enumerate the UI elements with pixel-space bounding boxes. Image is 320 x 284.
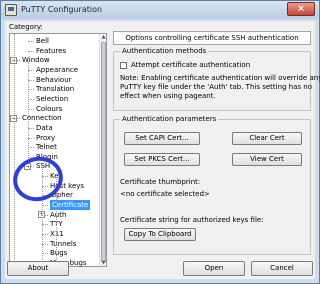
cancel-button[interactable]: Cancel — [251, 261, 313, 276]
set-capi-cert-button[interactable]: Set CAPI Cert... — [124, 132, 200, 145]
tree-item-data[interactable]: Data — [36, 123, 53, 133]
putty-config-window: PuTTY Configuration × Category: Bell Feat… — [0, 0, 320, 284]
set-pkcs-cert-button[interactable]: Set PKCS Cert... — [124, 153, 200, 166]
tree-item-colours[interactable]: Colours — [36, 104, 62, 114]
tree-item-selection[interactable]: Selection — [36, 94, 68, 104]
close-button[interactable]: × — [287, 2, 315, 16]
title-bar[interactable]: PuTTY Configuration × — [1, 1, 319, 19]
scroll-down-arrow-icon[interactable]: ▼ — [101, 260, 106, 266]
dialog-body: Category: Bell Features − Window Appearance B… — [5, 21, 320, 279]
tree-item-tunnels[interactable]: Tunnels — [50, 239, 76, 249]
cert-string-label: Certificate string for authorized keys f… — [120, 216, 264, 224]
tree-item-auth[interactable]: Auth — [50, 210, 66, 220]
auth-params-legend: Authentication parameters — [120, 115, 219, 123]
clear-cert-button[interactable]: Clear Cert — [232, 132, 302, 145]
category-tree[interactable]: Bell Features − Window Appearance Behaviour Tr… — [9, 33, 107, 267]
note-line-3: effect when using pageant. — [120, 92, 216, 100]
tree-item-telnet[interactable]: Telnet — [36, 142, 57, 152]
putty-app-icon — [5, 4, 17, 16]
about-button[interactable]: About — [7, 261, 69, 276]
note-line-2: PuTTY key file under the 'Auth' tab. Thi… — [120, 83, 313, 91]
auth-methods-legend: Authentication methods — [120, 47, 209, 55]
tree-item-appearance[interactable]: Appearance — [36, 65, 78, 75]
tree-item-window[interactable]: Window — [22, 55, 50, 65]
panel-header: Options controlling certificate SSH auth… — [113, 31, 311, 45]
open-button[interactable]: Open — [183, 261, 245, 276]
auth-methods-group: Authentication methods Attempt certifica… — [113, 47, 320, 111]
attempt-cert-auth-label[interactable]: Attempt certificate authentication — [131, 61, 250, 69]
tree-scrollbar[interactable]: ▲ ▼ — [99, 34, 106, 266]
copy-to-clipboard-button[interactable]: Copy To Clipboard — [124, 228, 196, 241]
tree-item-bell[interactable]: Bell — [36, 36, 49, 46]
tree-item-features[interactable]: Features — [36, 46, 66, 56]
tree-item-translation[interactable]: Translation — [36, 84, 74, 94]
scrollbar-thumb[interactable] — [101, 42, 106, 262]
tree-item-bugs[interactable]: Bugs — [50, 248, 67, 258]
note-line-1: Note: Enabling certificate authenticatio… — [120, 74, 320, 82]
view-cert-button[interactable]: View Cert — [232, 153, 302, 166]
tree-item-proxy[interactable]: Proxy — [36, 133, 55, 143]
tree-connector — [28, 50, 34, 52]
attempt-cert-auth-checkbox[interactable] — [120, 62, 127, 69]
auth-params-group: Authentication parameters Set CAPI Cert.… — [113, 115, 311, 255]
thumbprint-value: <no certificate selected> — [120, 190, 210, 198]
tree-connector — [28, 41, 34, 42]
scroll-up-arrow-icon[interactable]: ▲ — [101, 34, 106, 40]
thumbprint-label: Certificate thumbprint: — [120, 178, 201, 186]
tree-guide-line — [14, 34, 15, 266]
window-title: PuTTY Configuration — [21, 5, 103, 14]
tree-guide-line — [28, 62, 29, 170]
category-label: Category: — [9, 23, 43, 31]
tree-item-behaviour[interactable]: Behaviour — [36, 75, 72, 85]
